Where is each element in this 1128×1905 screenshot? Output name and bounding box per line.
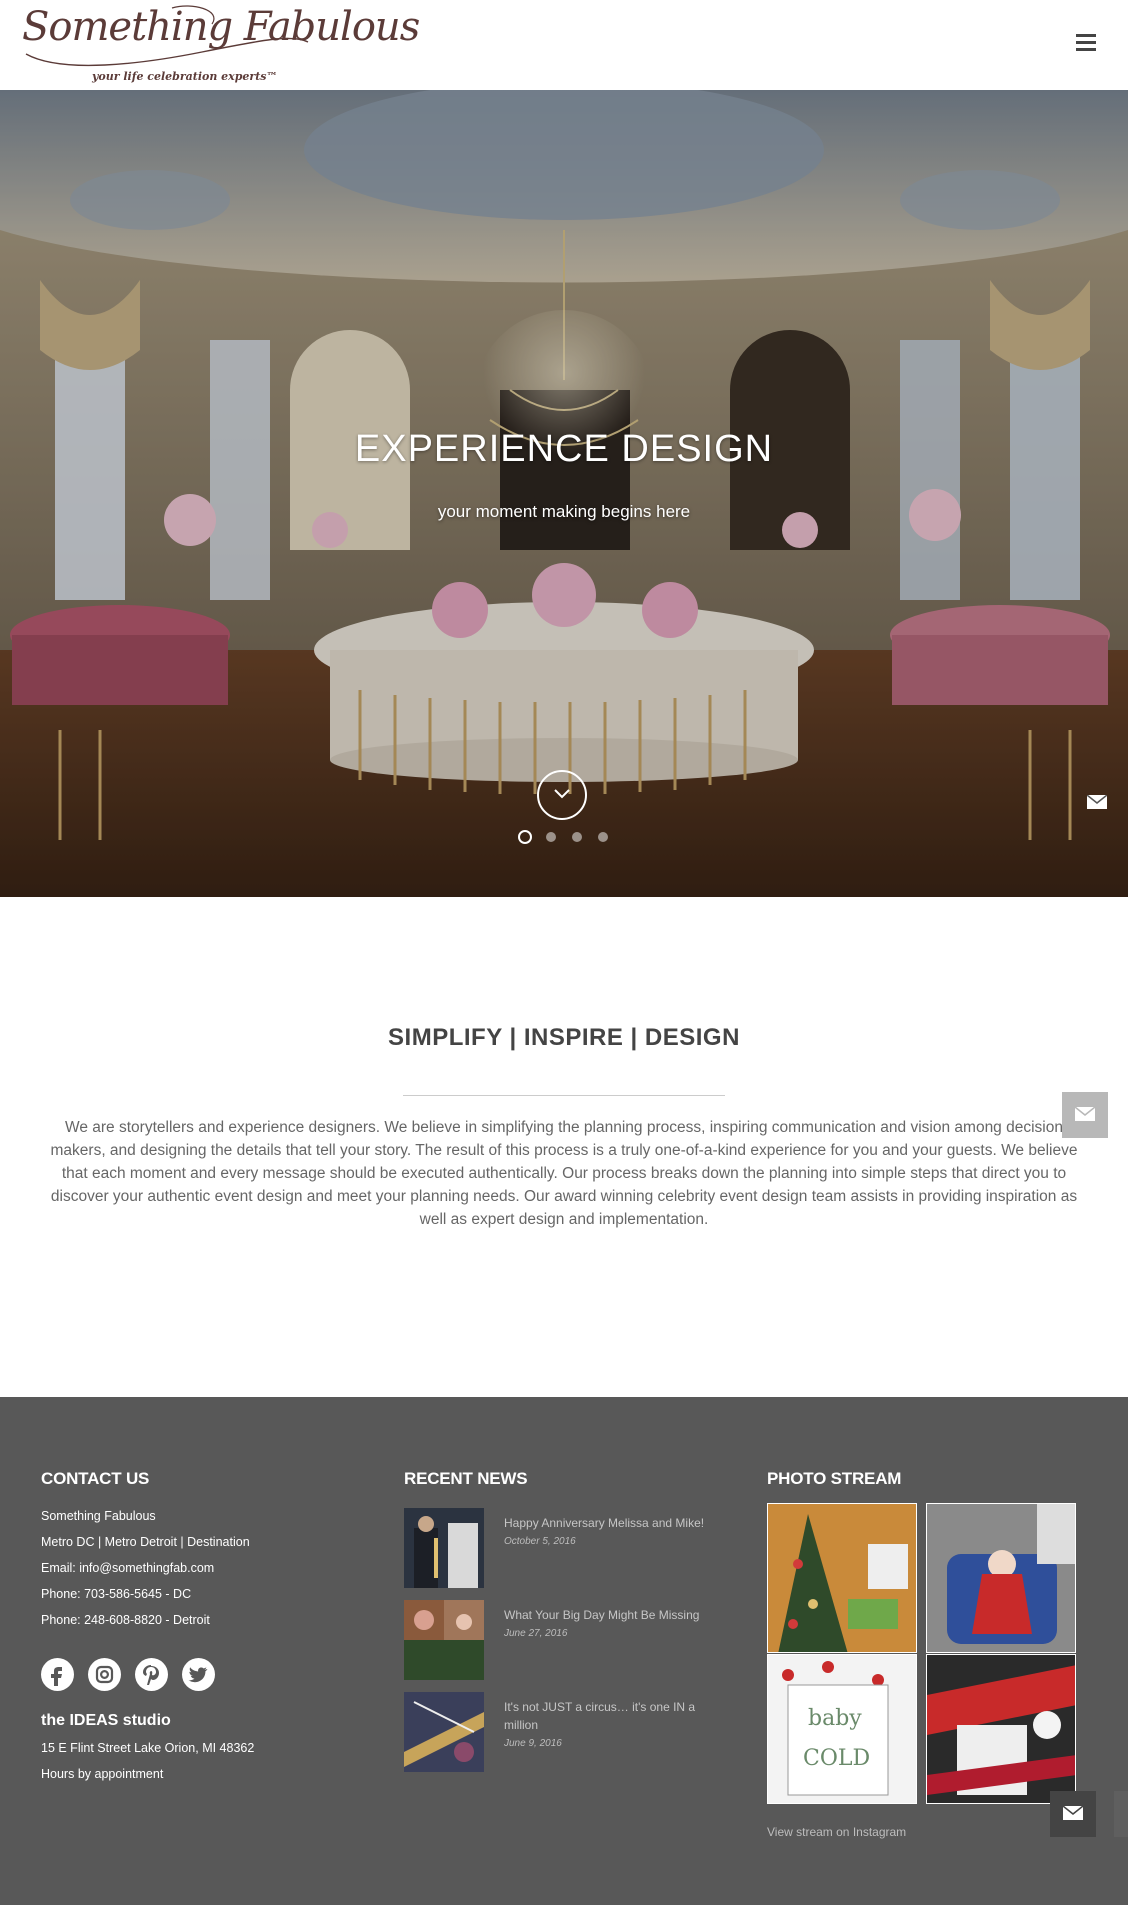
facebook-icon[interactable] bbox=[41, 1658, 74, 1691]
contact-phone-detroit[interactable]: Phone: 248-608-8820 - Detroit bbox=[41, 1613, 210, 1627]
footer-edge-tab bbox=[1114, 1791, 1128, 1837]
hero-contact-button[interactable] bbox=[1080, 788, 1114, 816]
twitter-icon[interactable] bbox=[182, 1658, 215, 1691]
contact-phone-dc[interactable]: Phone: 703-586-5645 - DC bbox=[41, 1587, 191, 1601]
photo-stream-title: PHOTO STREAM bbox=[767, 1469, 902, 1488]
studio-address: 15 E Flint Street Lake Orion, MI 48362 bbox=[41, 1741, 255, 1755]
contact-line: Something Fabulous bbox=[41, 1509, 156, 1523]
recent-news-title: RECENT NEWS bbox=[404, 1469, 528, 1488]
news-item[interactable]: What Your Big Day Might Be Missing June … bbox=[404, 1600, 714, 1680]
news-date: October 5, 2016 bbox=[504, 1536, 576, 1547]
pinterest-icon[interactable] bbox=[135, 1658, 168, 1691]
studio-title: the IDEAS studio bbox=[41, 1712, 171, 1729]
intro-body: We are storytellers and experience desig… bbox=[50, 1119, 1078, 1228]
news-item[interactable]: It's not JUST a circus… it's one IN a mi… bbox=[404, 1692, 714, 1772]
instagram-photo[interactable] bbox=[926, 1654, 1076, 1804]
floating-contact-button[interactable] bbox=[1062, 1092, 1108, 1138]
studio-hours: Hours by appointment bbox=[41, 1767, 164, 1781]
news-date: June 9, 2016 bbox=[504, 1738, 562, 1749]
hero-slider: EXPERIENCE DESIGN your moment making beg… bbox=[0, 90, 1128, 897]
slider-dot-2[interactable] bbox=[546, 832, 556, 842]
slider-dot-4[interactable] bbox=[598, 832, 608, 842]
instagram-photo[interactable] bbox=[767, 1503, 917, 1653]
instagram-photo[interactable]: baby COLD bbox=[767, 1654, 917, 1804]
hero-subtitle: your moment making begins here bbox=[437, 502, 691, 521]
intro-title: SIMPLIFY | INSPIRE | DESIGN bbox=[388, 1024, 740, 1051]
logo-wordmark: Something Fabulous bbox=[22, 4, 420, 50]
intro-divider bbox=[403, 1095, 725, 1096]
news-title[interactable]: It's not JUST a circus… it's one IN a mi… bbox=[504, 1698, 714, 1734]
instagram-stream-link[interactable]: View stream on Instagram bbox=[767, 1825, 906, 1839]
envelope-icon bbox=[1087, 795, 1107, 809]
logo-tagline: your life celebration experts™ bbox=[92, 70, 278, 83]
hero-title: EXPERIENCE DESIGN bbox=[354, 428, 774, 470]
site-logo[interactable]: Something Fabulous your life celebration… bbox=[22, 4, 420, 88]
news-date: June 27, 2016 bbox=[504, 1628, 568, 1639]
site-footer: CONTACT US Something Fabulous Metro DC |… bbox=[0, 1397, 1128, 1905]
news-thumbnail bbox=[404, 1600, 484, 1680]
chevron-down-icon bbox=[554, 789, 570, 799]
envelope-icon bbox=[1063, 1806, 1083, 1820]
contact-title: CONTACT US bbox=[41, 1469, 150, 1488]
news-item[interactable]: Happy Anniversary Melissa and Mike! Octo… bbox=[404, 1508, 714, 1588]
instagram-photo[interactable] bbox=[926, 1503, 1076, 1653]
footer-contact-button[interactable] bbox=[1050, 1791, 1096, 1837]
slider-dot-1[interactable] bbox=[518, 830, 532, 844]
contact-email[interactable]: Email: info@somethingfab.com bbox=[41, 1561, 214, 1575]
site-header: Something Fabulous your life celebration… bbox=[0, 0, 1128, 90]
news-thumbnail bbox=[404, 1508, 484, 1588]
news-title[interactable]: What Your Big Day Might Be Missing bbox=[504, 1606, 714, 1624]
instagram-icon[interactable] bbox=[88, 1658, 121, 1691]
scroll-down-button[interactable] bbox=[537, 770, 587, 820]
news-title[interactable]: Happy Anniversary Melissa and Mike! bbox=[504, 1514, 714, 1532]
slider-dot-3[interactable] bbox=[572, 832, 582, 842]
news-thumbnail bbox=[404, 1692, 484, 1772]
envelope-icon bbox=[1075, 1107, 1095, 1121]
hamburger-menu-icon[interactable] bbox=[1076, 34, 1096, 52]
contact-line: Metro DC | Metro Detroit | Destination bbox=[41, 1535, 250, 1549]
svg-text:baby: baby bbox=[808, 1706, 862, 1731]
svg-text:COLD: COLD bbox=[803, 1746, 870, 1771]
